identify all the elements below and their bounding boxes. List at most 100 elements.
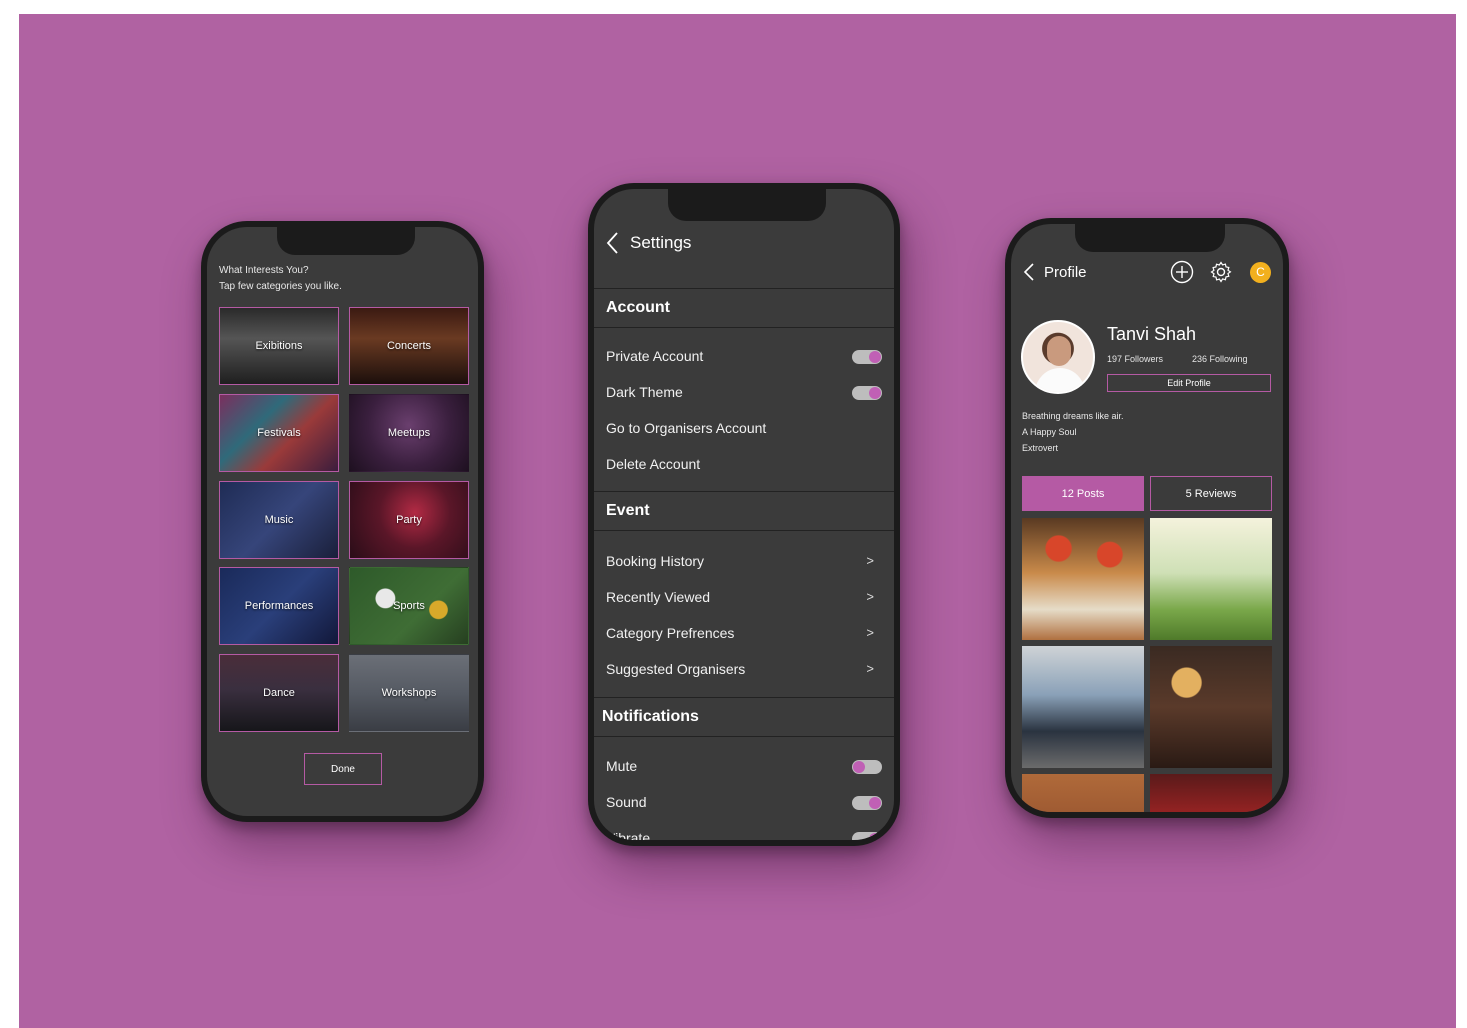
row-label: Delete Account: [606, 456, 701, 472]
avatar[interactable]: [1021, 320, 1095, 394]
row-label: Booking History: [606, 553, 705, 569]
category-tile-sports[interactable]: Sports: [349, 567, 469, 645]
private-account-row[interactable]: Private Account: [606, 348, 882, 368]
category-label: Music: [264, 514, 294, 526]
coin-icon[interactable]: C: [1250, 262, 1271, 283]
booking-history-row[interactable]: Booking History >: [606, 553, 882, 573]
private-account-toggle[interactable]: [852, 350, 882, 364]
delete-account-row[interactable]: Delete Account: [606, 456, 882, 476]
row-label: Suggested Organisers: [606, 661, 746, 677]
gear-icon[interactable]: [1209, 260, 1233, 284]
reviews-tab[interactable]: 5 Reviews: [1150, 476, 1272, 511]
post-thumbnail[interactable]: [1022, 774, 1144, 812]
category-label: Concerts: [386, 340, 432, 352]
sound-toggle[interactable]: [852, 796, 882, 810]
done-button[interactable]: Done: [304, 753, 382, 785]
row-label: Dark Theme: [606, 384, 683, 400]
organisers-account-row[interactable]: Go to Organisers Account: [606, 420, 882, 440]
bio-line: Breathing dreams like air.: [1022, 411, 1124, 421]
category-tile-music[interactable]: Music: [219, 481, 339, 559]
following-stat[interactable]: 236 Following: [1192, 354, 1248, 364]
posts-count: 12: [1061, 487, 1074, 500]
sound-row[interactable]: Sound: [606, 794, 882, 814]
post-thumbnail[interactable]: [1022, 646, 1144, 768]
interests-heading: What Interests You?: [219, 265, 309, 276]
post-thumbnail[interactable]: [1150, 518, 1272, 640]
profile-title: Profile: [1044, 264, 1087, 281]
avatar-face: [1047, 336, 1071, 366]
interests-phone: What Interests You? Tap few categories y…: [201, 221, 484, 822]
profile-bio: Breathing dreams like air. A Happy Soul …: [1022, 408, 1124, 456]
mute-toggle[interactable]: [852, 760, 882, 774]
category-tile-concerts[interactable]: Concerts: [349, 307, 469, 385]
category-tile-festivals[interactable]: Festivals: [219, 394, 339, 472]
row-label: Mute: [606, 758, 638, 774]
following-count: 236: [1192, 354, 1208, 364]
posts-tab[interactable]: 12 Posts: [1022, 476, 1144, 511]
interests-screen: What Interests You? Tap few categories y…: [207, 227, 478, 816]
notifications-header-label: Notifications: [602, 708, 699, 725]
back-icon[interactable]: [1023, 262, 1035, 282]
category-label: Exibitions: [255, 340, 303, 352]
vibrate-row[interactable]: Vibrate: [606, 830, 882, 840]
settings-screen: Settings Account Private Account Dark Th…: [594, 189, 894, 840]
profile-phone: Profile C Tanvi Shah 197 Followers 236 F…: [1005, 218, 1289, 818]
phone-notch: [668, 189, 826, 221]
event-header-label: Event: [606, 502, 650, 519]
phone-notch: [277, 227, 415, 255]
interests-intro: What Interests You? Tap few categories y…: [219, 263, 342, 295]
followers-count: 197: [1107, 354, 1123, 364]
post-thumbnail[interactable]: [1150, 774, 1272, 812]
account-section-header: Account: [594, 288, 894, 328]
category-preferences-row[interactable]: Category Prefrences >: [606, 625, 882, 645]
interests-subheading: Tap few categories you like.: [219, 281, 342, 292]
add-icon[interactable]: [1170, 260, 1194, 284]
back-icon[interactable]: [606, 231, 620, 255]
category-tile-meetups[interactable]: Meetups: [349, 394, 469, 472]
post-thumbnail[interactable]: [1022, 518, 1144, 640]
category-label: Dance: [263, 687, 295, 699]
event-section-header: Event: [594, 491, 894, 531]
category-tile-performances[interactable]: Performances: [219, 567, 339, 645]
avatar-body: [1035, 368, 1085, 392]
row-label: Go to Organisers Account: [606, 420, 767, 436]
profile-screen: Profile C Tanvi Shah 197 Followers 236 F…: [1011, 224, 1283, 812]
settings-title: Settings: [630, 233, 692, 252]
category-label: Party: [396, 514, 422, 526]
row-label: Recently Viewed: [606, 589, 711, 605]
category-tile-party[interactable]: Party: [349, 481, 469, 559]
row-label: Sound: [606, 794, 647, 810]
row-label: Vibrate: [606, 830, 651, 840]
vibrate-toggle[interactable]: [852, 832, 882, 840]
dark-theme-toggle[interactable]: [852, 386, 882, 400]
chevron-right-icon: >: [866, 625, 874, 640]
posts-label: Posts: [1076, 487, 1105, 500]
following-label: Following: [1209, 354, 1248, 364]
followers-stat[interactable]: 197 Followers: [1107, 354, 1163, 364]
chevron-right-icon: >: [866, 661, 874, 676]
bio-line: A Happy Soul: [1022, 427, 1077, 437]
row-label: Private Account: [606, 348, 704, 364]
edit-profile-button[interactable]: Edit Profile: [1107, 374, 1271, 392]
settings-phone: Settings Account Private Account Dark Th…: [588, 183, 900, 846]
suggested-organisers-row[interactable]: Suggested Organisers >: [606, 661, 882, 681]
category-label: Performances: [244, 600, 314, 612]
phone-notch: [1075, 224, 1225, 252]
category-label: Meetups: [387, 427, 431, 439]
category-label: Workshops: [381, 687, 437, 699]
mute-row[interactable]: Mute: [606, 758, 882, 778]
category-tile-dance[interactable]: Dance: [219, 654, 339, 732]
post-thumbnail[interactable]: [1150, 646, 1272, 768]
chevron-right-icon: >: [866, 553, 874, 568]
category-label: Festivals: [257, 427, 301, 439]
recently-viewed-row[interactable]: Recently Viewed >: [606, 589, 882, 609]
category-tile-exibitions[interactable]: Exibitions: [219, 307, 339, 385]
profile-name: Tanvi Shah: [1107, 324, 1197, 344]
category-tile-workshops[interactable]: Workshops: [349, 654, 469, 732]
followers-label: Followers: [1124, 354, 1164, 364]
reviews-label: Reviews: [1194, 487, 1237, 500]
reviews-count: 5: [1185, 487, 1192, 500]
dark-theme-row[interactable]: Dark Theme: [606, 384, 882, 404]
bio-line: Extrovert: [1022, 443, 1059, 453]
category-label: Sports: [393, 600, 425, 612]
